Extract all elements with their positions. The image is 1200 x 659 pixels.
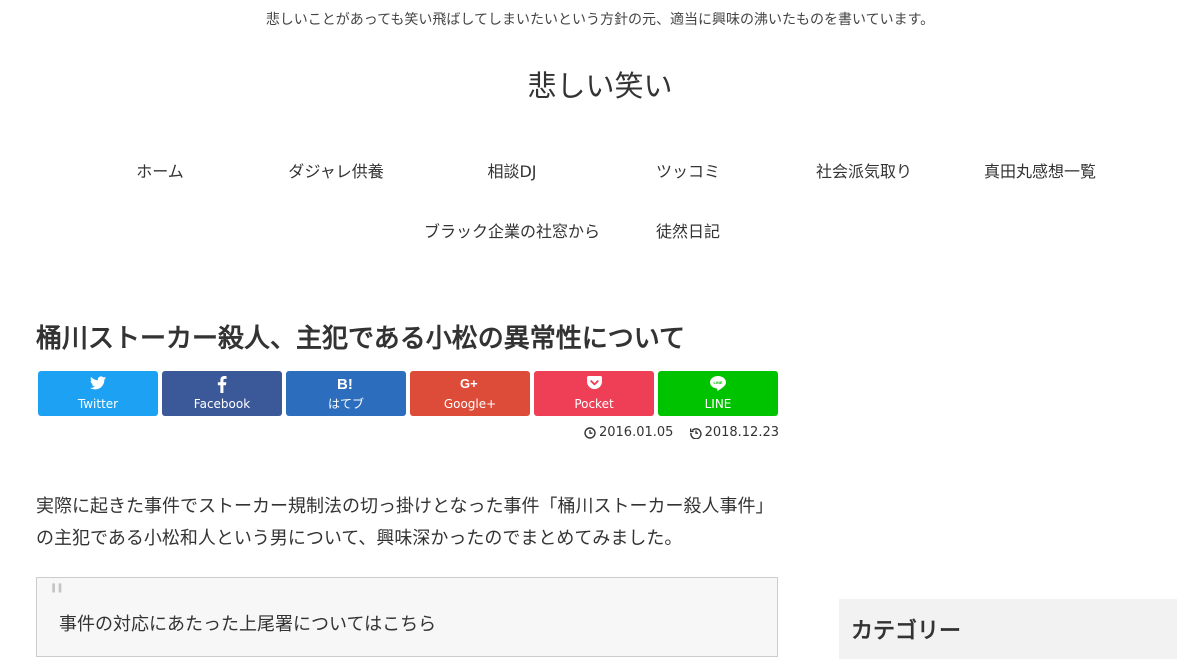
nav-item-dajare[interactable]: ダジャレ供養 — [248, 161, 424, 183]
hatebu-icon: B! — [286, 376, 406, 396]
svg-text:G+: G+ — [460, 376, 478, 390]
twitter-icon — [38, 376, 158, 396]
share-line-label: LINE — [704, 397, 732, 411]
lead-line-2: の主犯である小松和人という男について、興味深かったのでまとめてみました。 — [36, 528, 683, 549]
share-facebook-button[interactable]: Facebook — [162, 371, 282, 416]
share-google-plus-button[interactable]: G+ Google+ — [410, 371, 530, 416]
history-icon — [689, 428, 702, 439]
share-twitter-label: Twitter — [77, 397, 119, 411]
nav-item-black-kigyou[interactable]: ブラック企業の社窓から — [424, 221, 600, 243]
share-line-button[interactable]: LINE LINE — [658, 371, 778, 416]
google-plus-icon: G+ — [410, 376, 530, 396]
share-pocket-label: Pocket — [574, 397, 614, 411]
nav-item-shakaiha[interactable]: 社会派気取り — [776, 161, 952, 183]
quote-mark-icon: " — [49, 577, 65, 617]
facebook-icon — [162, 376, 282, 396]
share-twitter-button[interactable]: Twitter — [38, 371, 158, 416]
lead-line-1: 実際に起きた事件でストーカー規制法の切っ掛けとなった事件「桶川ストーカー殺人事件… — [36, 496, 774, 517]
svg-text:B!: B! — [337, 376, 353, 391]
share-hatebu-button[interactable]: B! はてブ — [286, 371, 406, 416]
article-title: 桶川ストーカー殺人、主犯である小松の異常性について — [36, 324, 685, 354]
published-date-text: 2016.01.05 — [598, 425, 674, 440]
updated-date: 2018.12.23 — [689, 424, 779, 442]
article-lead: 実際に起きた事件でストーカー規制法の切っ掛けとなった事件「桶川ストーカー殺人事件… — [36, 491, 781, 555]
site-title-link[interactable]: 悲しい笑い — [0, 66, 1200, 106]
nav-item-tsukkomi[interactable]: ツッコミ — [600, 161, 776, 183]
published-date: 2016.01.05 — [584, 424, 673, 442]
nav-item-home[interactable]: ホーム — [72, 161, 248, 183]
sidebar-widget-title: カテゴリー — [851, 619, 962, 644]
clock-icon — [584, 427, 596, 439]
share-facebook-label: Facebook — [193, 397, 251, 411]
nav-item-tsurezure[interactable]: 徒然日記 — [600, 221, 776, 243]
share-pocket-button[interactable]: Pocket — [534, 371, 654, 416]
pocket-icon — [534, 376, 654, 396]
quote-text: 事件の対応にあたった上尾署についてはこちら — [59, 614, 437, 635]
share-hatebu-label: はてブ — [327, 397, 364, 411]
blockquote: " 事件の対応にあたった上尾署についてはこちら — [36, 577, 778, 657]
site-tagline: 悲しいことがあっても笑い飛ばしてしまいたいという方針の元、適当に興味の沸いたもの… — [265, 12, 935, 28]
share-google-plus-label: Google+ — [443, 397, 497, 411]
updated-date-text: 2018.12.23 — [704, 425, 779, 440]
sidebar-category-widget: カテゴリー — [839, 599, 1177, 659]
nav-item-sanadamaru[interactable]: 真田丸感想一覧 — [952, 161, 1128, 183]
line-icon: LINE — [658, 376, 778, 396]
nav-item-soudan-dj[interactable]: 相談DJ — [424, 161, 600, 183]
svg-text:LINE: LINE — [713, 380, 722, 385]
post-dates: 2016.01.05 2018.12.23 — [572, 424, 779, 445]
